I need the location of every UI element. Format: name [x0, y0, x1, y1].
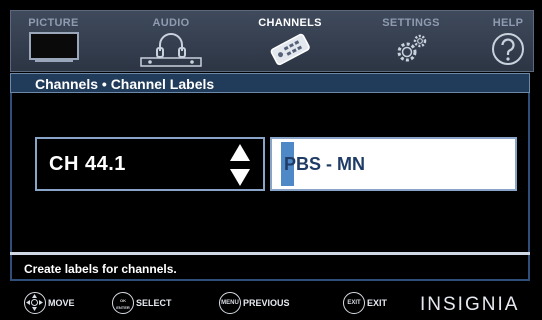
hint-previous-label: PREVIOUS	[243, 298, 290, 308]
question-icon	[492, 33, 524, 65]
dpad-icon	[24, 292, 46, 314]
tab-settings-label: SETTINGS	[382, 17, 440, 29]
channel-label-input[interactable]: PBS - MN	[270, 137, 517, 191]
channel-selector[interactable]: CH 44.1	[35, 137, 265, 191]
arrow-up-icon[interactable]	[229, 143, 251, 163]
channel-number: CH 44.1	[49, 153, 126, 175]
channel-label-value: PBS - MN	[284, 154, 365, 174]
tab-channels-label: CHANNELS	[258, 17, 322, 29]
page-title: Channels • Channel Labels	[35, 76, 215, 92]
exit-button-icon: EXIT	[343, 292, 365, 314]
remote-control-icon	[270, 33, 310, 66]
title-bar: Channels • Channel Labels	[10, 73, 530, 93]
tab-picture-label: PICTURE	[28, 17, 79, 29]
description-bar: Create labels for channels.	[10, 255, 530, 281]
tab-help[interactable]: HELP	[481, 11, 535, 73]
hint-select-label: SELECT	[136, 298, 172, 308]
tv-icon	[28, 32, 79, 62]
channel-label-panel: CH 44.1 PBS - MN	[10, 93, 530, 252]
menu-button-icon: MENU	[219, 292, 241, 314]
tab-channels[interactable]: CHANNELS	[239, 11, 341, 73]
ok-enter-icon: OK ENTER	[112, 292, 134, 314]
tab-audio[interactable]: AUDIO	[121, 11, 221, 73]
tab-settings[interactable]: SETTINGS	[361, 11, 461, 73]
tab-picture[interactable]: PICTURE	[11, 11, 96, 73]
hint-exit-label: EXIT	[367, 298, 388, 308]
gears-icon	[397, 34, 427, 62]
brand-logo: INSIGNIA	[420, 294, 520, 315]
tab-help-label: HELP	[492, 17, 524, 29]
tv-menu-screen: PICTURE AUDIO CHANNELS SETTINGS HELP Cha…	[0, 0, 542, 320]
button-hint-bar: MOVE OK ENTER SELECT MENU PREVIOUS EXIT …	[0, 288, 542, 320]
hint-move-label: MOVE	[48, 298, 75, 308]
headphones-icon	[140, 33, 202, 67]
arrow-down-icon[interactable]	[229, 167, 251, 187]
tab-audio-label: AUDIO	[152, 17, 190, 29]
menu-tab-bar: PICTURE AUDIO CHANNELS SETTINGS HELP	[10, 10, 534, 72]
help-description: Create labels for channels.	[24, 262, 177, 276]
